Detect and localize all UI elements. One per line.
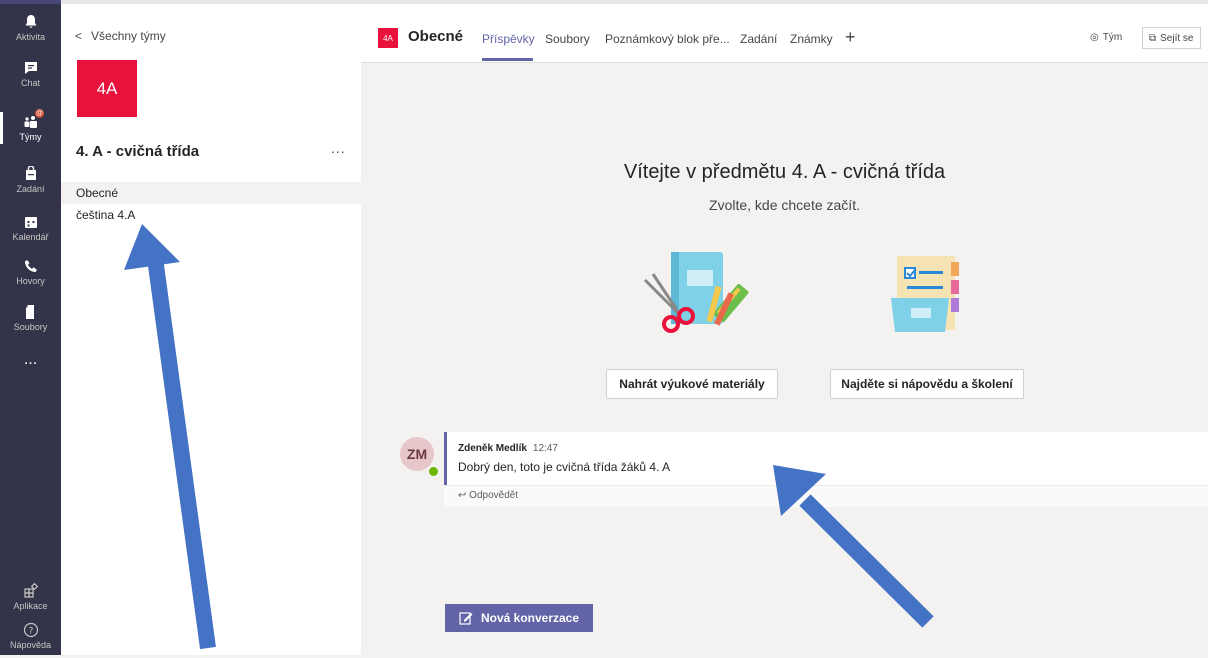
reply-label: Odpovědět bbox=[469, 490, 519, 501]
class-materials-illustration bbox=[631, 246, 761, 346]
compose-icon bbox=[459, 612, 473, 625]
rail-item-calls[interactable]: Hovory bbox=[0, 250, 61, 294]
help-icon: ? bbox=[23, 622, 38, 638]
find-help-training-button[interactable]: Najděte si nápovědu a školení bbox=[830, 369, 1024, 399]
chat-icon bbox=[24, 62, 37, 74]
team-info-button[interactable]: ◎ Tým bbox=[1090, 27, 1122, 47]
rail-label-assignments: Zadání bbox=[16, 184, 45, 194]
reply-button[interactable]: ↩ Odpovědět bbox=[444, 485, 1208, 507]
rail-item-help[interactable]: ? Nápověda bbox=[0, 614, 61, 658]
video-camera-icon: ⧉ bbox=[1149, 32, 1157, 44]
channel-avatar: 4A bbox=[378, 28, 398, 48]
channel-main: 4A Obecné Příspěvky Soubory Poznámkový b… bbox=[361, 0, 1208, 655]
tab-assignments[interactable]: Zadání bbox=[740, 32, 777, 46]
chevron-left-icon: < bbox=[75, 29, 83, 43]
message-header: Zdeněk Medlík 12:47 bbox=[458, 443, 558, 454]
mention-badge: @ bbox=[35, 109, 44, 118]
active-tab-indicator bbox=[482, 58, 533, 61]
team-avatar: 4A bbox=[77, 60, 137, 117]
rail-label-chat: Chat bbox=[20, 78, 40, 88]
presence-available-icon bbox=[427, 465, 440, 478]
panel-top-line bbox=[61, 0, 361, 4]
message-card[interactable]: Zdeněk Medlík 12:47 Dobrý den, toto je cv… bbox=[444, 432, 1208, 485]
eye-icon: ◎ bbox=[1090, 31, 1099, 43]
team-panel: < Všechny týmy 4A 4. A - cvičná třída ...… bbox=[61, 0, 362, 655]
header-top-line bbox=[361, 0, 1208, 4]
team-name: 4. A - cvičná třída bbox=[76, 143, 200, 160]
help-training-illustration bbox=[881, 250, 971, 340]
add-tab-button[interactable]: + bbox=[845, 27, 856, 48]
tab-files[interactable]: Soubory bbox=[545, 32, 590, 46]
rail-label-calls: Hovory bbox=[16, 276, 45, 286]
message-timestamp: 12:47 bbox=[532, 443, 558, 454]
rail-item-apps[interactable]: Aplikace bbox=[0, 575, 61, 619]
tab-notebook[interactable]: Poznámkový blok pře... bbox=[605, 32, 730, 46]
rail-label-activity: Aktivita bbox=[15, 32, 45, 42]
rail-item-files[interactable]: Soubory bbox=[0, 296, 61, 340]
rail-label-calendar: Kalendář bbox=[12, 232, 49, 242]
channel-item-czech[interactable]: čeština 4.A bbox=[61, 204, 361, 226]
tab-posts[interactable]: Příspěvky bbox=[482, 32, 535, 46]
rail-label-apps: Aplikace bbox=[13, 601, 48, 611]
reply-arrow-icon: ↩ bbox=[458, 490, 467, 501]
more-icon: ... bbox=[23, 351, 38, 368]
new-conversation-button[interactable]: Nová konverzace bbox=[445, 604, 593, 632]
rail-item-calendar[interactable]: Kalendář bbox=[0, 206, 61, 250]
rail-label-teams: Týmy bbox=[19, 132, 42, 142]
meet-now-label: Sejít se bbox=[1160, 32, 1194, 44]
rail-item-assignments[interactable]: Zadání bbox=[0, 158, 61, 202]
files-icon bbox=[25, 305, 34, 319]
back-link-label: Všechny týmy bbox=[91, 29, 166, 43]
rail-label-help: Nápověda bbox=[9, 640, 52, 650]
channel-item-general[interactable]: Obecné bbox=[61, 182, 361, 204]
rail-item-teams[interactable]: Týmy @ bbox=[0, 106, 61, 150]
channel-title: Obecné bbox=[408, 28, 464, 45]
message-author: Zdeněk Medlík bbox=[458, 443, 527, 454]
apps-icon bbox=[23, 583, 38, 598]
rail-label-files: Soubory bbox=[13, 322, 48, 332]
phone-icon bbox=[24, 260, 37, 272]
team-info-label: Tým bbox=[1102, 31, 1123, 43]
rail-more-button[interactable]: ... bbox=[0, 338, 61, 382]
assignments-icon bbox=[25, 166, 36, 180]
rail-item-activity[interactable]: Aktivita bbox=[0, 6, 61, 50]
meet-now-button[interactable]: ⧉ Sejít se bbox=[1142, 27, 1201, 49]
rail-item-chat[interactable]: Chat bbox=[0, 52, 61, 96]
bell-icon bbox=[25, 15, 36, 28]
upload-materials-button[interactable]: Nahrát výukové materiály bbox=[606, 369, 778, 399]
team-more-options-button[interactable]: ... bbox=[331, 140, 346, 156]
calendar-icon bbox=[24, 217, 37, 228]
channel-header: 4A Obecné Příspěvky Soubory Poznámkový b… bbox=[361, 0, 1208, 63]
tab-grades[interactable]: Známky bbox=[790, 32, 833, 46]
welcome-title: Vítejte v předmětu 4. A - cvičná třída bbox=[623, 161, 946, 183]
rail-top-bar bbox=[0, 0, 61, 4]
new-conversation-label: Nová konverzace bbox=[480, 611, 580, 625]
message-body: Dobrý den, toto je cvičná třída žáků 4. … bbox=[458, 460, 671, 474]
svg-text:?: ? bbox=[28, 627, 33, 637]
welcome-subtitle: Zvolte, kde chcete začít. bbox=[709, 197, 860, 213]
app-rail: Aktivita Chat Týmy @ Zadání Kalendář Hov… bbox=[0, 0, 61, 655]
all-teams-back-link[interactable]: < Všechny týmy bbox=[75, 29, 166, 43]
